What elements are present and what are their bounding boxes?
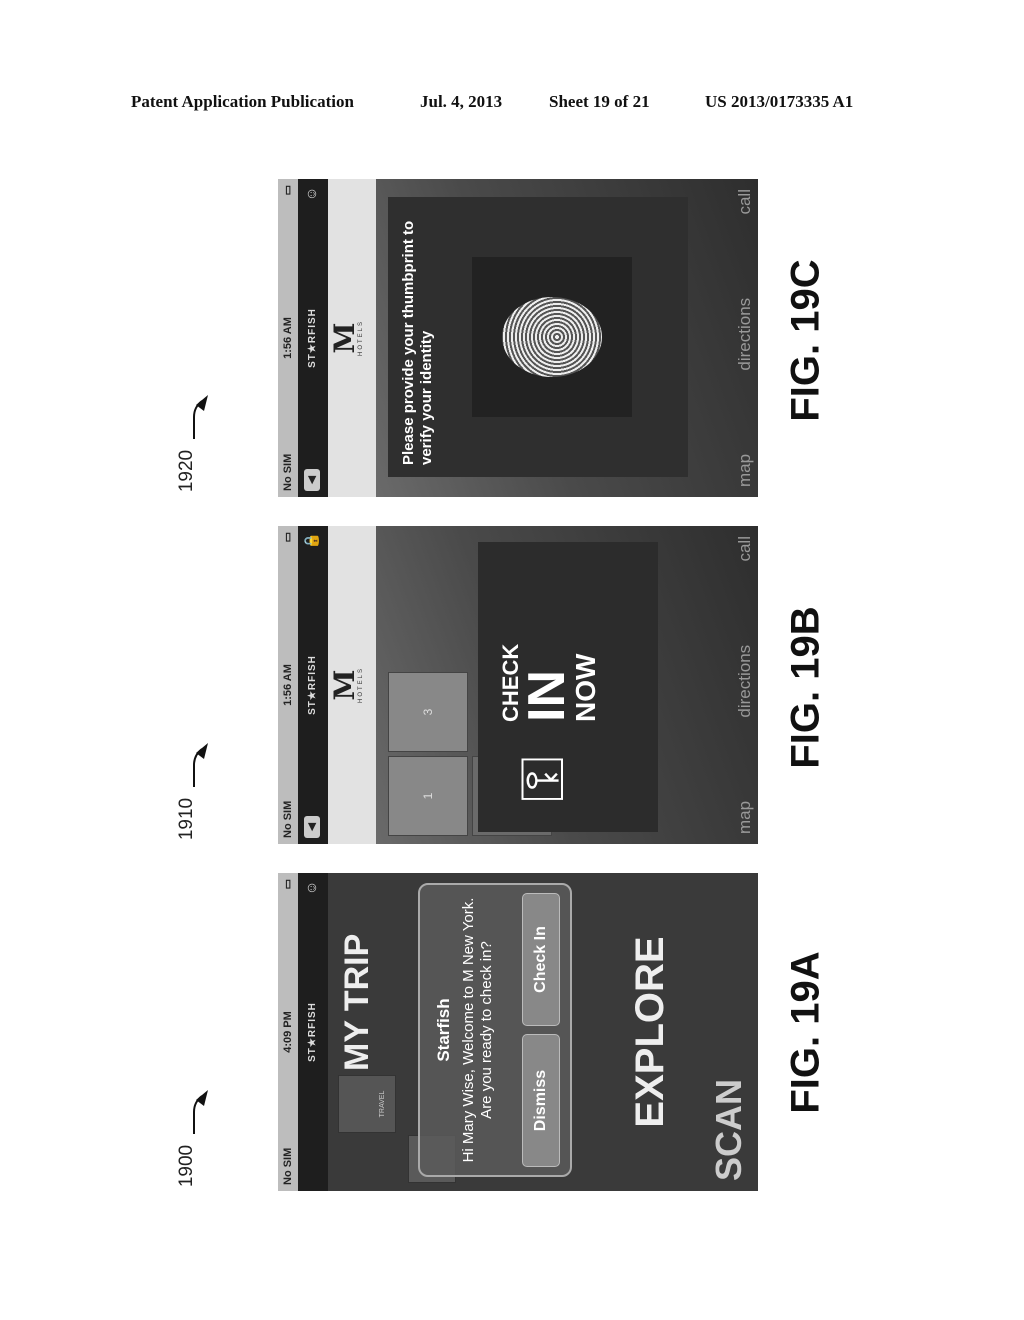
user-icon[interactable]: ☺ [303,879,321,897]
arrow-icon [193,743,208,787]
status-bar: No SIM 4:09 PM ▭ [278,873,298,1191]
tile-travel[interactable]: TRAVEL [338,1075,396,1133]
check-in-alert: Starfish Hi Mary Wise, Welcome to M New … [418,883,572,1177]
battery-icon: ▭ [282,879,294,890]
alert-message: Hi Mary Wise, Welcome to M New York. Are… [460,897,495,1163]
battery-icon: ▭ [282,185,294,196]
check-in-button[interactable]: Check In [522,893,560,1026]
publication-label: Patent Application Publication [131,92,354,111]
nav-call[interactable]: call [735,536,755,562]
thumbprint-scanner[interactable] [472,257,632,417]
phone-screen-19c: No SIM 1:56 AM ▭ ◀ ST★RFISH ☺ M HOTELS P… [278,179,758,497]
clock-label: 1:56 AM [282,317,294,359]
tile-nights[interactable]: 1 [388,756,468,836]
nav-directions[interactable]: directions [735,298,755,371]
nav-directions[interactable]: directions [735,645,755,718]
thumbprint-prompt: Please provide your thumbprint to verify… [400,220,435,465]
lock-icon[interactable]: 🔒 [303,532,321,550]
hotel-logo: M HOTELS [328,179,376,497]
fig-19a-caption: FIG. 19A [783,951,828,1114]
scan-heading[interactable]: SCAN [708,1079,750,1181]
sheet-number: Sheet 19 of 21 [549,92,650,111]
app-navbar: ◀ ST★RFISH 🔒 [298,526,328,844]
phone-screen-19b: No SIM 1:56 AM ▭ ◀ ST★RFISH 🔒 M HOTELS 1… [278,526,758,844]
bottom-nav: map directions call [732,526,758,844]
fig-19b-caption: FIG. 19B [783,606,828,769]
status-bar: No SIM 1:56 AM ▭ [278,526,298,844]
dismiss-button[interactable]: Dismiss [522,1034,560,1167]
patent-number: US 2013/0173335 A1 [705,92,854,111]
nav-map[interactable]: map [735,801,755,834]
arrow-icon [193,1090,208,1134]
fig-19c-caption: FIG. 19C [783,259,828,422]
app-navbar: ST★RFISH ☺ [298,873,328,1191]
tile-guests[interactable]: 3 [388,672,468,752]
clock-label: 4:09 PM [282,1011,294,1053]
explore-heading[interactable]: EXPLORE [628,873,673,1191]
publication-date: Jul. 4, 2013 [420,92,503,111]
clock-label: 1:56 AM [282,664,294,706]
thumbprint-panel: Please provide your thumbprint to verify… [388,197,688,477]
bottom-nav: map directions call [732,179,758,497]
brand-logo: ST★RFISH [307,308,318,368]
battery-icon: ▭ [282,532,294,543]
key-icon: ⚿ [509,756,576,802]
arrow-icon [193,395,208,439]
app-navbar: ◀ ST★RFISH ☺ [298,179,328,497]
nav-call[interactable]: call [735,189,755,215]
ref-1920: 1920 [176,449,198,493]
ref-1900: 1900 [176,1144,198,1188]
user-icon[interactable]: ☺ [303,185,321,203]
ref-1910: 1910 [176,797,198,841]
brand-logo: ST★RFISH [307,655,318,715]
alert-title: Starfish [434,998,453,1062]
status-bar: No SIM 1:56 AM ▭ [278,179,298,497]
brand-logo: ST★RFISH [307,1002,318,1062]
check-in-now-button[interactable]: ⚿ CHECK IN NOW [478,542,658,832]
fingerprint-icon [502,297,602,377]
phone-screen-19a: No SIM 4:09 PM ▭ ST★RFISH ☺ TRAVEL MY TR… [278,873,758,1191]
nav-map[interactable]: map [735,454,755,487]
hotel-logo: M HOTELS [328,526,376,844]
my-trip-heading[interactable]: MY TRIP [338,934,377,1071]
